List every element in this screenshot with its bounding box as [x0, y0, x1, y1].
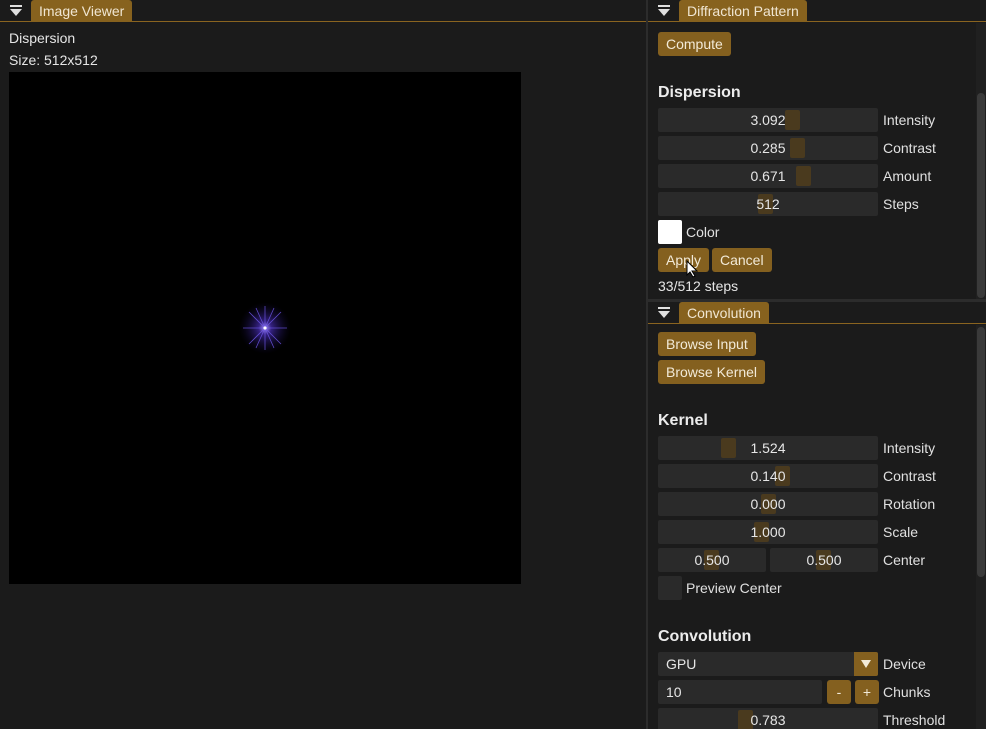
- image-viewer-titlebar: Image Viewer: [0, 0, 646, 22]
- collapse-arrow-icon[interactable]: [8, 4, 24, 18]
- convolution-titlebar: Convolution: [648, 302, 986, 324]
- rotation-label: Rotation: [883, 496, 936, 512]
- browse-kernel-button[interactable]: Browse Kernel: [658, 360, 766, 384]
- slider-value: 0.500: [694, 552, 730, 568]
- intensity-slider[interactable]: 3.092: [658, 108, 878, 132]
- scrollbar-thumb[interactable]: [977, 327, 985, 577]
- device-label: Device: [883, 656, 926, 672]
- rotation-slider[interactable]: 0.000: [658, 492, 878, 516]
- convolution-tab[interactable]: Convolution: [679, 302, 769, 324]
- diffraction-star-image: [239, 302, 291, 354]
- preview-center-checkbox[interactable]: [658, 576, 682, 600]
- chunks-input[interactable]: 10: [658, 680, 822, 704]
- kernel-intensity-label: Intensity: [883, 440, 936, 456]
- slider-value: 0.285: [750, 140, 786, 156]
- contrast-label: Contrast: [883, 140, 936, 156]
- center-y-slider[interactable]: 0.500: [770, 548, 878, 572]
- amount-label: Amount: [883, 168, 932, 184]
- scrollbar-thumb[interactable]: [977, 93, 985, 298]
- kernel-heading: Kernel: [658, 412, 708, 429]
- chunks-minus-button[interactable]: -: [827, 680, 851, 704]
- scale-slider[interactable]: 1.000: [658, 520, 878, 544]
- convolution-heading: Convolution: [658, 628, 752, 645]
- kernel-contrast-slider[interactable]: 0.140: [658, 464, 878, 488]
- image-viewer-window: Image Viewer Dispersion Size: 512x512: [0, 0, 646, 729]
- amount-slider[interactable]: 0.671: [658, 164, 878, 188]
- dropdown-arrow-icon[interactable]: [854, 652, 878, 676]
- chunks-plus-button[interactable]: +: [855, 680, 879, 704]
- slider-value: 0.671: [750, 168, 786, 184]
- center-label: Center: [883, 552, 926, 568]
- collapse-arrow-icon[interactable]: [656, 4, 672, 18]
- slider-value: 512: [756, 196, 780, 212]
- slider-value: 0.500: [806, 552, 842, 568]
- progress-text: 33/512 steps: [658, 278, 739, 294]
- diffraction-scrollbar[interactable]: [976, 23, 986, 299]
- preview-center-label: Preview Center: [686, 580, 782, 596]
- color-swatch[interactable]: [658, 220, 682, 244]
- apply-button[interactable]: Apply: [658, 248, 710, 272]
- center-x-slider[interactable]: 0.500: [658, 548, 766, 572]
- image-size: Size: 512x512: [9, 52, 98, 68]
- color-label: Color: [686, 224, 720, 240]
- compute-button[interactable]: Compute: [658, 32, 731, 56]
- kernel-intensity-slider[interactable]: 1.524: [658, 436, 878, 460]
- kernel-contrast-label: Contrast: [883, 468, 936, 484]
- image-canvas[interactable]: [9, 72, 521, 584]
- threshold-slider[interactable]: 0.783: [658, 708, 878, 729]
- intensity-label: Intensity: [883, 112, 936, 128]
- steps-slider[interactable]: 512: [658, 192, 878, 216]
- image-viewer-tab[interactable]: Image Viewer: [31, 0, 133, 22]
- diffraction-pattern-tab[interactable]: Diffraction Pattern: [679, 0, 807, 22]
- diffraction-titlebar: Diffraction Pattern: [648, 0, 986, 22]
- slider-value: 1.524: [750, 440, 786, 456]
- slider-value: 0.140: [750, 468, 786, 484]
- image-name: Dispersion: [9, 30, 76, 46]
- scale-label: Scale: [883, 524, 919, 540]
- slider-value: 3.092: [750, 112, 786, 128]
- slider-value: 0.000: [750, 496, 786, 512]
- device-select[interactable]: GPU: [658, 652, 878, 676]
- slider-value: 1.000: [750, 524, 786, 540]
- steps-label: Steps: [883, 196, 919, 212]
- cancel-button[interactable]: Cancel: [712, 248, 772, 272]
- contrast-slider[interactable]: 0.285: [658, 136, 878, 160]
- dispersion-heading: Dispersion: [658, 84, 741, 101]
- device-value: GPU: [666, 656, 697, 672]
- chunks-value: 10: [666, 684, 682, 700]
- diffraction-pattern-window: Diffraction Pattern Compute Dispersion 3…: [648, 0, 986, 299]
- collapse-arrow-icon[interactable]: [656, 306, 672, 320]
- mouse-cursor-icon: [686, 260, 698, 278]
- chunks-label: Chunks: [883, 684, 931, 700]
- browse-input-button[interactable]: Browse Input: [658, 332, 756, 356]
- slider-value: 0.783: [750, 712, 786, 728]
- convolution-scrollbar[interactable]: [976, 325, 986, 729]
- threshold-label: Threshold: [883, 712, 946, 728]
- convolution-window: Convolution Browse Input Browse Kernel K…: [648, 302, 986, 729]
